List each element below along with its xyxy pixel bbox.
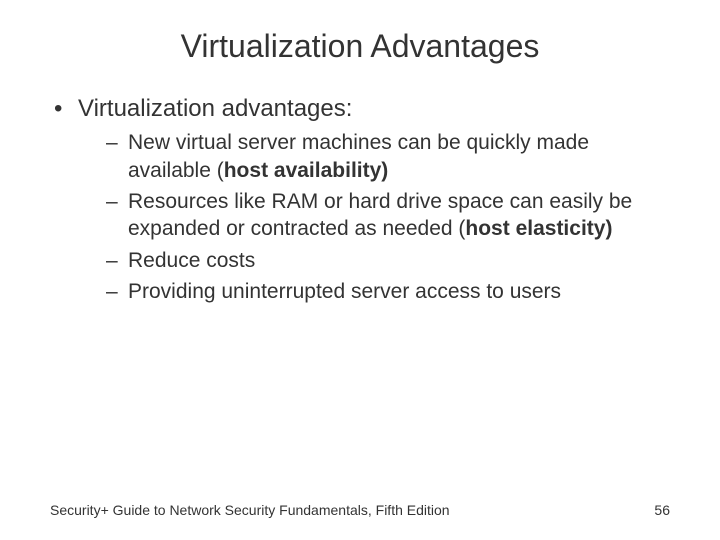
footer-source: Security+ Guide to Network Security Fund…: [50, 502, 450, 518]
bullet-l2-item: Providing uninterrupted server access to…: [106, 278, 670, 305]
slide-body: Virtualization advantages: New virtual s…: [0, 73, 720, 305]
slide-footer: Security+ Guide to Network Security Fund…: [50, 502, 670, 518]
bullet-l2-item: New virtual server machines can be quick…: [106, 129, 670, 184]
bullet-l2-text: Providing uninterrupted server access to…: [128, 280, 561, 303]
bullet-l2-text: Reduce costs: [128, 249, 255, 272]
bullet-l2-item: Reduce costs: [106, 247, 670, 274]
slide: Virtualization Advantages Virtualization…: [0, 0, 720, 540]
bullet-list-level1: Virtualization advantages: New virtual s…: [50, 93, 670, 305]
footer-page-number: 56: [654, 502, 670, 518]
bullet-list-level2: New virtual server machines can be quick…: [78, 129, 670, 305]
bullet-l2-bold: host elasticity): [465, 217, 612, 240]
bullet-l2-bold: host availability): [224, 159, 389, 182]
slide-title: Virtualization Advantages: [0, 0, 720, 73]
bullet-l1-item: Virtualization advantages: New virtual s…: [50, 93, 670, 305]
bullet-l2-item: Resources like RAM or hard drive space c…: [106, 188, 670, 243]
bullet-l1-text: Virtualization advantages:: [78, 95, 352, 122]
